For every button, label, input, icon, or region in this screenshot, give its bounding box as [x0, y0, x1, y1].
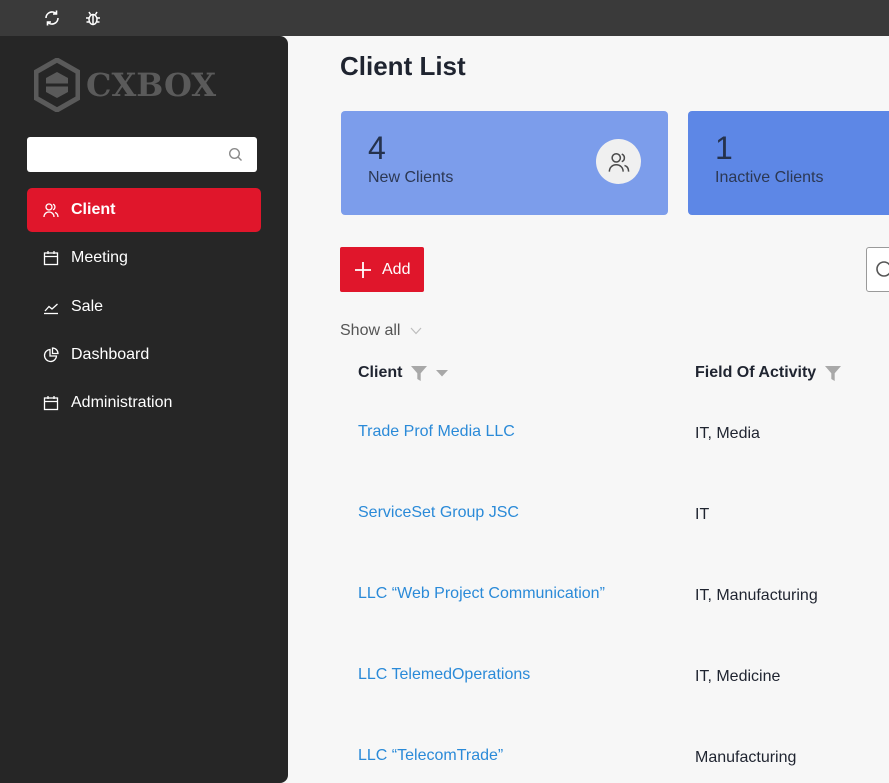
users-icon	[596, 139, 641, 184]
sidebar-item-label: Sale	[71, 298, 104, 315]
client-link[interactable]: LLC “Web Project Communication”	[358, 585, 605, 603]
client-link[interactable]: LLC “TelecomTrade”	[358, 747, 503, 765]
pie-chart-icon	[43, 347, 59, 363]
refresh-icon[interactable]	[42, 8, 62, 28]
users-icon	[43, 202, 59, 218]
column-header-label: Field Of Activity	[695, 364, 817, 381]
sidebar-item-meeting[interactable]: Meeting	[27, 236, 261, 280]
add-button-label: Add	[382, 260, 411, 278]
sidebar-item-label: Administration	[71, 394, 173, 411]
top-bar	[0, 0, 889, 36]
table-search[interactable]	[866, 247, 889, 292]
chevron-down-icon	[410, 327, 422, 335]
stat-value: 1	[715, 130, 733, 166]
client-link[interactable]: LLC TelemedOperations	[358, 666, 530, 684]
field-of-activity-cell: Manufacturing	[695, 749, 797, 766]
main-content: Client List 4 New Clients 1 Inactive Cli…	[288, 36, 889, 783]
sidebar-item-client[interactable]: Client	[27, 188, 261, 232]
sidebar-search[interactable]	[27, 137, 257, 172]
client-link[interactable]: ServiceSet Group JSC	[358, 504, 519, 522]
field-of-activity-cell: IT, Manufacturing	[695, 587, 818, 604]
filter-icon[interactable]	[824, 364, 842, 382]
filter-select[interactable]: Show all	[340, 322, 422, 340]
stat-card-inactive-clients[interactable]: 1 Inactive Clients	[688, 111, 889, 215]
bug-icon[interactable]	[83, 8, 103, 28]
logo-icon	[34, 58, 80, 112]
sidebar-item-label: Meeting	[71, 249, 128, 266]
field-of-activity-cell: IT, Medicine	[695, 668, 781, 685]
search-icon[interactable]	[875, 260, 889, 285]
search-icon[interactable]	[228, 147, 243, 167]
sidebar: CXBOX Client Meeting Sale Dashboard Admi…	[0, 36, 288, 783]
stat-label: Inactive Clients	[715, 169, 824, 186]
sidebar-item-administration[interactable]: Administration	[27, 381, 261, 425]
field-of-activity-cell: IT, Media	[695, 425, 760, 442]
client-link[interactable]: Trade Prof Media LLC	[358, 423, 515, 441]
page-title: Client List	[340, 51, 466, 81]
sidebar-item-sale[interactable]: Sale	[27, 285, 261, 329]
sidebar-item-label: Client	[71, 201, 116, 218]
calendar-icon	[43, 250, 59, 266]
sidebar-item-dashboard[interactable]: Dashboard	[27, 333, 261, 377]
add-button[interactable]: Add	[340, 247, 424, 292]
column-header-field-of-activity[interactable]: Field Of Activity	[695, 364, 842, 382]
sidebar-search-input[interactable]	[27, 137, 227, 172]
calendar-icon	[43, 395, 59, 411]
filter-icon[interactable]	[410, 364, 428, 382]
logo[interactable]: CXBOX	[34, 58, 216, 112]
column-header-client[interactable]: Client	[358, 364, 449, 382]
field-of-activity-cell: IT	[695, 506, 710, 523]
plus-icon	[354, 261, 372, 279]
stat-card-new-clients[interactable]: 4 New Clients	[341, 111, 668, 215]
filter-select-label: Show all	[340, 322, 401, 339]
chart-line-icon	[43, 299, 59, 315]
sort-down-icon[interactable]	[436, 369, 449, 377]
sidebar-item-label: Dashboard	[71, 346, 150, 363]
logo-text: CXBOX	[86, 66, 217, 104]
column-header-label: Client	[358, 364, 403, 381]
